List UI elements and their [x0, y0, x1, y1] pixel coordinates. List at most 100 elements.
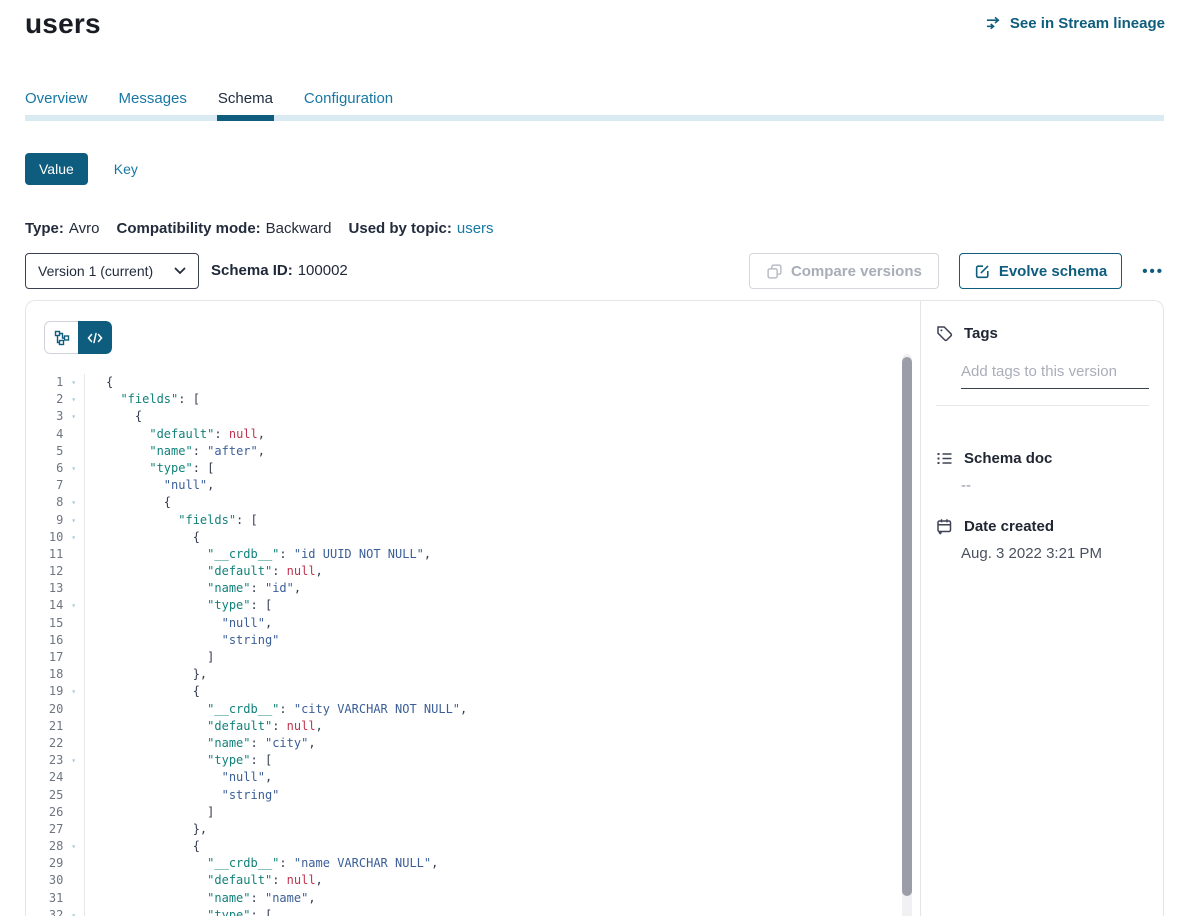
gutter-row: 15 [26, 615, 84, 632]
code-line: }, [106, 821, 467, 838]
code-line: "__crdb__": "name VARCHAR NULL", [106, 855, 467, 872]
evolve-schema-button[interactable]: Evolve schema [959, 253, 1122, 289]
code-line: ] [106, 804, 467, 821]
compare-icon [766, 263, 783, 280]
code-editor[interactable]: 1▾2▾3▾456▾78▾9▾10▾11121314▾1516171819▾20… [26, 374, 920, 916]
date-created-header: Date created [936, 518, 1054, 535]
editor-scrollbar-track[interactable] [902, 354, 912, 916]
code-line: "type": [ [106, 907, 467, 916]
code-line: "fields": [ [106, 391, 467, 408]
fold-toggle-icon: ▾ [63, 752, 84, 769]
gutter-row[interactable]: 1▾ [26, 374, 84, 391]
version-dropdown[interactable]: Version 1 (current) [25, 253, 199, 289]
schema-id-label: Schema ID: [211, 262, 293, 279]
code-line: "type": [ [106, 597, 467, 614]
gutter-row: 21 [26, 718, 84, 735]
tags-section-header: Tags [936, 325, 998, 342]
gutter-row: 22 [26, 735, 84, 752]
fold-toggle-icon: ▾ [63, 374, 84, 391]
gutter-row[interactable]: 9▾ [26, 512, 84, 529]
view-toggle [44, 321, 112, 354]
gutter-row: 7 [26, 477, 84, 494]
gutter-row[interactable]: 14▾ [26, 597, 84, 614]
topic-link[interactable]: users [457, 220, 494, 237]
gutter-row[interactable]: 8▾ [26, 494, 84, 511]
schema-meta: Type:Avro Compatibility mode:Backward Us… [25, 220, 494, 237]
more-actions-button[interactable]: ••• [1142, 259, 1164, 284]
code-line: { [106, 838, 467, 855]
code-line: "name": "after", [106, 443, 467, 460]
code-line: "fields": [ [106, 512, 467, 529]
gutter-row: 26 [26, 804, 84, 821]
code-view-button[interactable] [78, 321, 112, 354]
gutter-row[interactable]: 32▾ [26, 907, 84, 916]
gutter-row[interactable]: 10▾ [26, 529, 84, 546]
schema-id: Schema ID: 100002 [211, 262, 348, 279]
gutter-row: 17 [26, 649, 84, 666]
gutter-row: 25 [26, 787, 84, 804]
fold-toggle-icon: ▾ [63, 494, 84, 511]
gutter-row: 12 [26, 563, 84, 580]
code-line: "name": "name", [106, 890, 467, 907]
code-line: "__crdb__": "id UUID NOT NULL", [106, 546, 467, 563]
fold-toggle-icon: ▾ [63, 408, 84, 425]
code-line: "string" [106, 632, 467, 649]
value-toggle-button[interactable]: Value [25, 153, 88, 185]
code-view-icon [87, 331, 103, 345]
schema-doc-title: Schema doc [964, 450, 1052, 467]
fold-toggle-icon: ▾ [63, 838, 84, 855]
schema-doc-value: -- [961, 477, 971, 494]
editor-scrollbar-thumb[interactable] [902, 357, 912, 896]
code-line: "default": null, [106, 872, 467, 889]
calendar-plus-icon [936, 518, 953, 535]
tag-icon [936, 325, 953, 342]
code-line: "name": "id", [106, 580, 467, 597]
gutter-row[interactable]: 6▾ [26, 460, 84, 477]
code-line: ] [106, 649, 467, 666]
gutter-row[interactable]: 28▾ [26, 838, 84, 855]
stream-lineage-link[interactable]: See in Stream lineage [986, 15, 1165, 32]
sidebar-divider [936, 405, 1149, 406]
gutter-row[interactable]: 19▾ [26, 683, 84, 700]
chevron-down-icon [174, 267, 186, 275]
schema-editor-card: 1▾2▾3▾456▾78▾9▾10▾11121314▾1516171819▾20… [25, 300, 1164, 916]
gutter-row: 11 [26, 546, 84, 563]
gutter-row[interactable]: 3▾ [26, 408, 84, 425]
code-line: "type": [ [106, 460, 467, 477]
tree-view-button[interactable] [44, 321, 78, 354]
fold-toggle-icon: ▾ [63, 907, 84, 916]
evolve-schema-label: Evolve schema [999, 263, 1107, 280]
code-line: "type": [ [106, 752, 467, 769]
gutter-row[interactable]: 2▾ [26, 391, 84, 408]
version-toolbar: Version 1 (current) Schema ID: 100002 Co… [25, 253, 1164, 289]
fold-toggle-icon: ▾ [63, 683, 84, 700]
schema-id-value: 100002 [298, 262, 348, 279]
gutter-row[interactable]: 23▾ [26, 752, 84, 769]
key-toggle-button[interactable]: Key [114, 161, 138, 177]
code-lines: { "fields": [ { "default": null, "name":… [85, 374, 467, 916]
compare-versions-button[interactable]: Compare versions [749, 253, 939, 289]
code-line: "default": null, [106, 718, 467, 735]
code-line: }, [106, 666, 467, 683]
schema-doc-header: Schema doc [936, 450, 1052, 467]
gutter-row: 16 [26, 632, 84, 649]
tags-input[interactable] [961, 359, 1149, 389]
fold-toggle-icon: ▾ [63, 529, 84, 546]
code-pane: 1▾2▾3▾456▾78▾9▾10▾11121314▾1516171819▾20… [26, 301, 920, 916]
stream-lineage-label: See in Stream lineage [1010, 15, 1165, 32]
tab-underline-track [25, 115, 1164, 121]
gutter-row: 18 [26, 666, 84, 683]
code-line: "default": null, [106, 563, 467, 580]
compatibility-value: Backward [266, 220, 332, 237]
gutter: 1▾2▾3▾456▾78▾9▾10▾11121314▾1516171819▾20… [26, 374, 85, 916]
stream-lineage-icon [986, 15, 1003, 32]
value-key-toggle: Value Key [25, 153, 138, 185]
code-line: "string" [106, 787, 467, 804]
gutter-row: 27 [26, 821, 84, 838]
code-line: "default": null, [106, 426, 467, 443]
code-line: "null", [106, 477, 467, 494]
tab-schema[interactable]: Schema [218, 90, 273, 125]
list-icon [936, 450, 953, 467]
code-line: { [106, 683, 467, 700]
fold-toggle-icon: ▾ [63, 460, 84, 477]
